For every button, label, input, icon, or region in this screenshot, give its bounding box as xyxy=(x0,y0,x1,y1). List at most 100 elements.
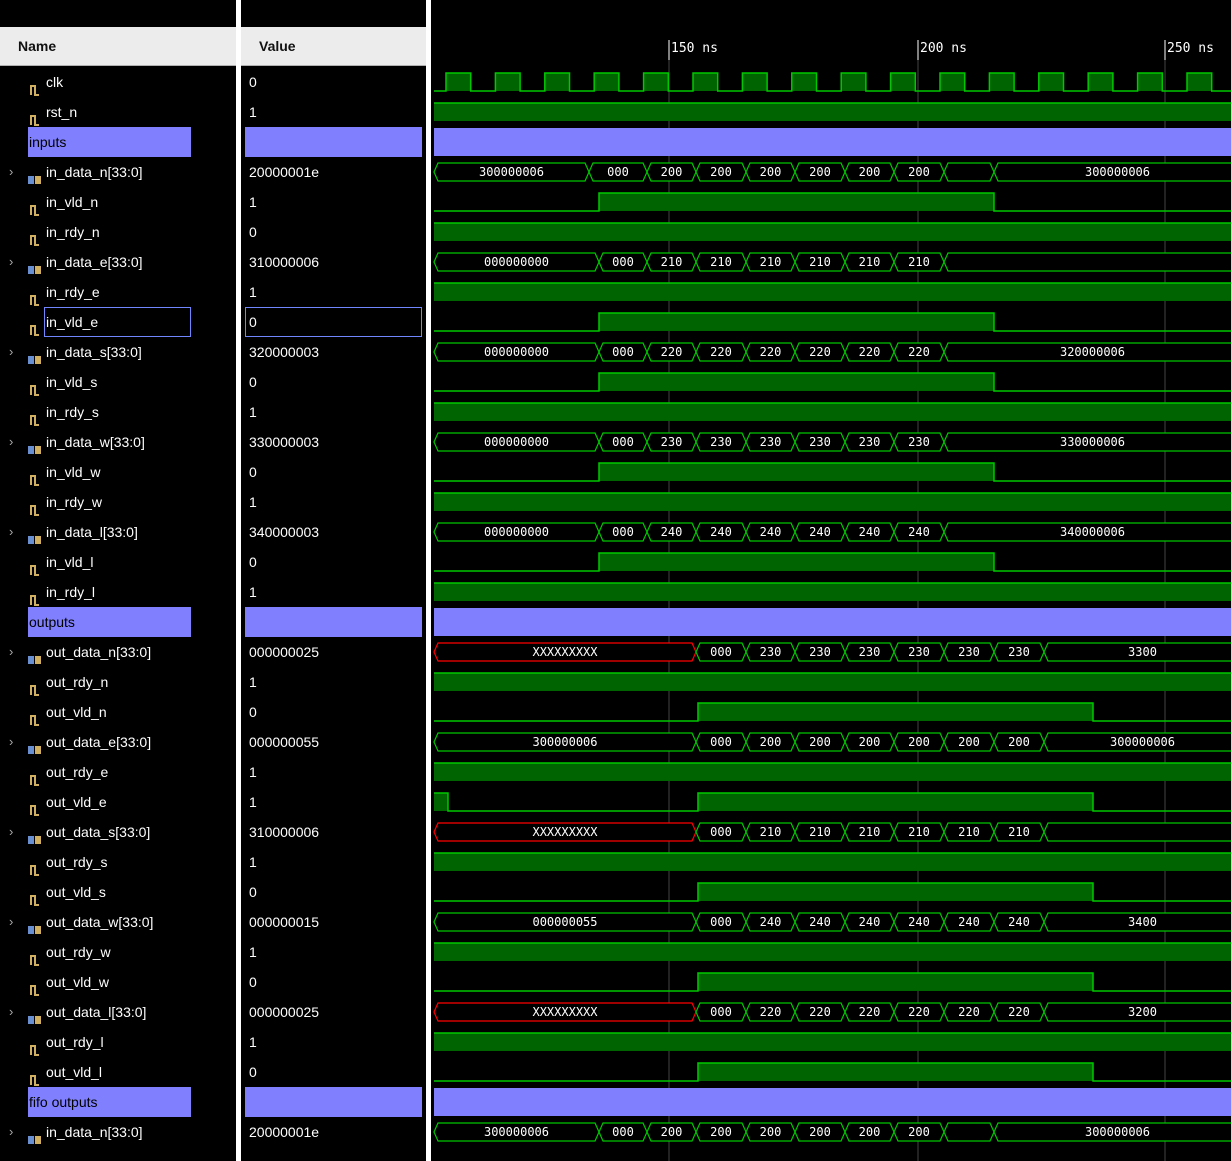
signal-row[interactable]: in_rdy_n xyxy=(0,217,236,247)
waveform-row[interactable]: 300000006 000 200 200 200 200 200 200 300000006 xyxy=(433,732,1231,752)
value-row[interactable]: 1 xyxy=(241,397,426,427)
value-row[interactable]: 1 xyxy=(241,787,426,817)
group-row[interactable]: inputs xyxy=(0,127,236,157)
signal-row[interactable]: in_rdy_e xyxy=(0,277,236,307)
signal-row[interactable]: out_rdy_e xyxy=(0,757,236,787)
signal-row[interactable]: › out_data_n[33:0] xyxy=(0,637,236,667)
waveform-row[interactable] xyxy=(434,762,1231,781)
signal-row[interactable]: in_vld_n xyxy=(0,187,236,217)
waveform-row[interactable] xyxy=(434,1088,1231,1116)
value-row[interactable]: 1 xyxy=(241,937,426,967)
signal-row[interactable]: in_rdy_s xyxy=(0,397,236,427)
signal-row[interactable]: › in_data_e[33:0] xyxy=(0,247,236,277)
waveform-row[interactable]: XXXXXXXXX 000 220 220 220 220 220 220 3200 xyxy=(433,1002,1231,1022)
waveform-row[interactable]: 000000000 000 220 220 220 220 220 220 320000006 xyxy=(433,342,1231,362)
signal-row[interactable]: rst_n xyxy=(0,97,236,127)
waveform-row[interactable] xyxy=(434,312,1231,332)
value-row[interactable]: 000000015 xyxy=(241,907,426,937)
waveform-row[interactable] xyxy=(434,128,1231,156)
signal-row[interactable]: out_vld_w xyxy=(0,967,236,997)
value-row[interactable]: 20000001e xyxy=(241,1117,426,1147)
value-row[interactable]: 0 xyxy=(241,217,426,247)
signal-row[interactable]: › out_data_s[33:0] xyxy=(0,817,236,847)
signal-row[interactable]: › out_data_l[33:0] xyxy=(0,997,236,1027)
expand-chevron-icon[interactable]: › xyxy=(9,517,13,547)
value-row[interactable]: 000000025 xyxy=(241,997,426,1027)
value-row[interactable]: 0 xyxy=(241,67,426,97)
value-row[interactable]: 340000003 xyxy=(241,517,426,547)
expand-chevron-icon[interactable]: › xyxy=(9,1117,13,1147)
signal-row[interactable]: › in_data_l[33:0] xyxy=(0,517,236,547)
value-row[interactable]: 1 xyxy=(241,1027,426,1057)
waveform-row[interactable] xyxy=(434,192,1231,212)
waveform-row[interactable]: 000000055 000 240 240 240 240 240 240 3400 xyxy=(433,912,1231,932)
value-row[interactable]: 1 xyxy=(241,757,426,787)
value-row[interactable]: 0 xyxy=(241,967,426,997)
name-column-header[interactable]: Name xyxy=(0,27,236,66)
value-row[interactable]: 0 xyxy=(241,367,426,397)
waveform-row[interactable] xyxy=(434,608,1231,636)
group-row[interactable]: outputs xyxy=(0,607,236,637)
value-row[interactable] xyxy=(241,1087,426,1117)
signal-row[interactable]: out_vld_n xyxy=(0,697,236,727)
waveform-row[interactable]: 000000000 000 240 240 240 240 240 240 340000006 xyxy=(433,522,1231,542)
waveform-panel[interactable]: 150 ns 200 ns 250 ns 300000006 000 200 200 200 2… xyxy=(431,0,1231,1161)
expand-chevron-icon[interactable]: › xyxy=(9,337,13,367)
signal-row[interactable]: › in_data_n[33:0] xyxy=(0,1117,236,1147)
signal-row[interactable]: clk xyxy=(0,67,236,97)
value-row[interactable]: 000000055 xyxy=(241,727,426,757)
time-ruler[interactable]: 150 ns 200 ns 250 ns xyxy=(668,40,1214,60)
value-row[interactable]: 310000006 xyxy=(241,247,426,277)
value-row[interactable]: 310000006 xyxy=(241,817,426,847)
expand-chevron-icon[interactable]: › xyxy=(9,817,13,847)
waveform-row[interactable] xyxy=(434,942,1231,961)
waveform-row[interactable] xyxy=(434,972,1231,992)
value-row[interactable]: 1 xyxy=(241,277,426,307)
value-row[interactable]: 0 xyxy=(241,1057,426,1087)
signal-row[interactable]: out_rdy_l xyxy=(0,1027,236,1057)
expand-chevron-icon[interactable]: › xyxy=(9,637,13,667)
waveform-row[interactable] xyxy=(434,402,1231,421)
signal-row[interactable]: › out_data_w[33:0] xyxy=(0,907,236,937)
signal-row[interactable]: out_vld_s xyxy=(0,877,236,907)
signal-row[interactable]: › in_data_s[33:0] xyxy=(0,337,236,367)
value-row[interactable]: 1 xyxy=(241,577,426,607)
expand-chevron-icon[interactable]: › xyxy=(9,157,13,187)
waveform-row[interactable] xyxy=(434,1032,1231,1051)
signal-row[interactable]: in_rdy_l xyxy=(0,577,236,607)
waveform-row[interactable] xyxy=(434,852,1231,871)
value-row[interactable] xyxy=(241,607,426,637)
waveform-row[interactable]: 300000006 000 200 200 200 200 200 200 300000006 xyxy=(433,162,1231,182)
value-row[interactable]: 1 xyxy=(241,667,426,697)
value-row[interactable]: 1 xyxy=(241,847,426,877)
waveform-row[interactable]: 000000000 000 230 230 230 230 230 230 330000006 xyxy=(433,432,1231,452)
waveform-row[interactable] xyxy=(434,462,1231,482)
waveform-row[interactable] xyxy=(434,702,1231,722)
group-row[interactable]: fifo outputs xyxy=(0,1087,236,1117)
waveform-row[interactable]: XXXXXXXXX 000 210 210 210 210 210 210 xyxy=(433,822,1231,842)
waveform-row[interactable]: 000000000 000 210 210 210 210 210 210 xyxy=(433,252,1231,272)
value-row[interactable]: 0 xyxy=(241,457,426,487)
signal-row[interactable]: out_vld_l xyxy=(0,1057,236,1087)
value-column-header[interactable]: Value xyxy=(241,27,426,66)
waveform-row[interactable] xyxy=(434,1062,1231,1082)
value-row[interactable]: 0 xyxy=(241,547,426,577)
waveform-row[interactable] xyxy=(434,372,1231,392)
signal-row[interactable]: out_rdy_n xyxy=(0,667,236,697)
value-row[interactable]: 320000003 xyxy=(241,337,426,367)
value-row[interactable]: 1 xyxy=(241,187,426,217)
waveform-row[interactable]: XXXXXXXXX 000 230 230 230 230 230 230 3300 xyxy=(433,642,1231,662)
signal-row[interactable]: in_vld_w xyxy=(0,457,236,487)
value-row[interactable] xyxy=(241,127,426,157)
waveform-canvas[interactable]: 150 ns 200 ns 250 ns 300000006 000 200 200 200 2… xyxy=(431,0,1231,1161)
signal-row[interactable]: in_rdy_w xyxy=(0,487,236,517)
signal-row[interactable]: in_vld_s xyxy=(0,367,236,397)
waveform-row[interactable]: 300000006 000 200 200 200 200 200 200 300000006 xyxy=(433,1122,1231,1142)
waveform-row[interactable] xyxy=(434,72,1231,92)
waveform-row[interactable] xyxy=(434,552,1231,572)
value-row[interactable]: 20000001e xyxy=(241,157,426,187)
value-row[interactable]: 330000003 xyxy=(241,427,426,457)
signal-row[interactable]: in_vld_l xyxy=(0,547,236,577)
value-row[interactable]: 1 xyxy=(241,97,426,127)
waveform-row[interactable] xyxy=(434,882,1231,902)
